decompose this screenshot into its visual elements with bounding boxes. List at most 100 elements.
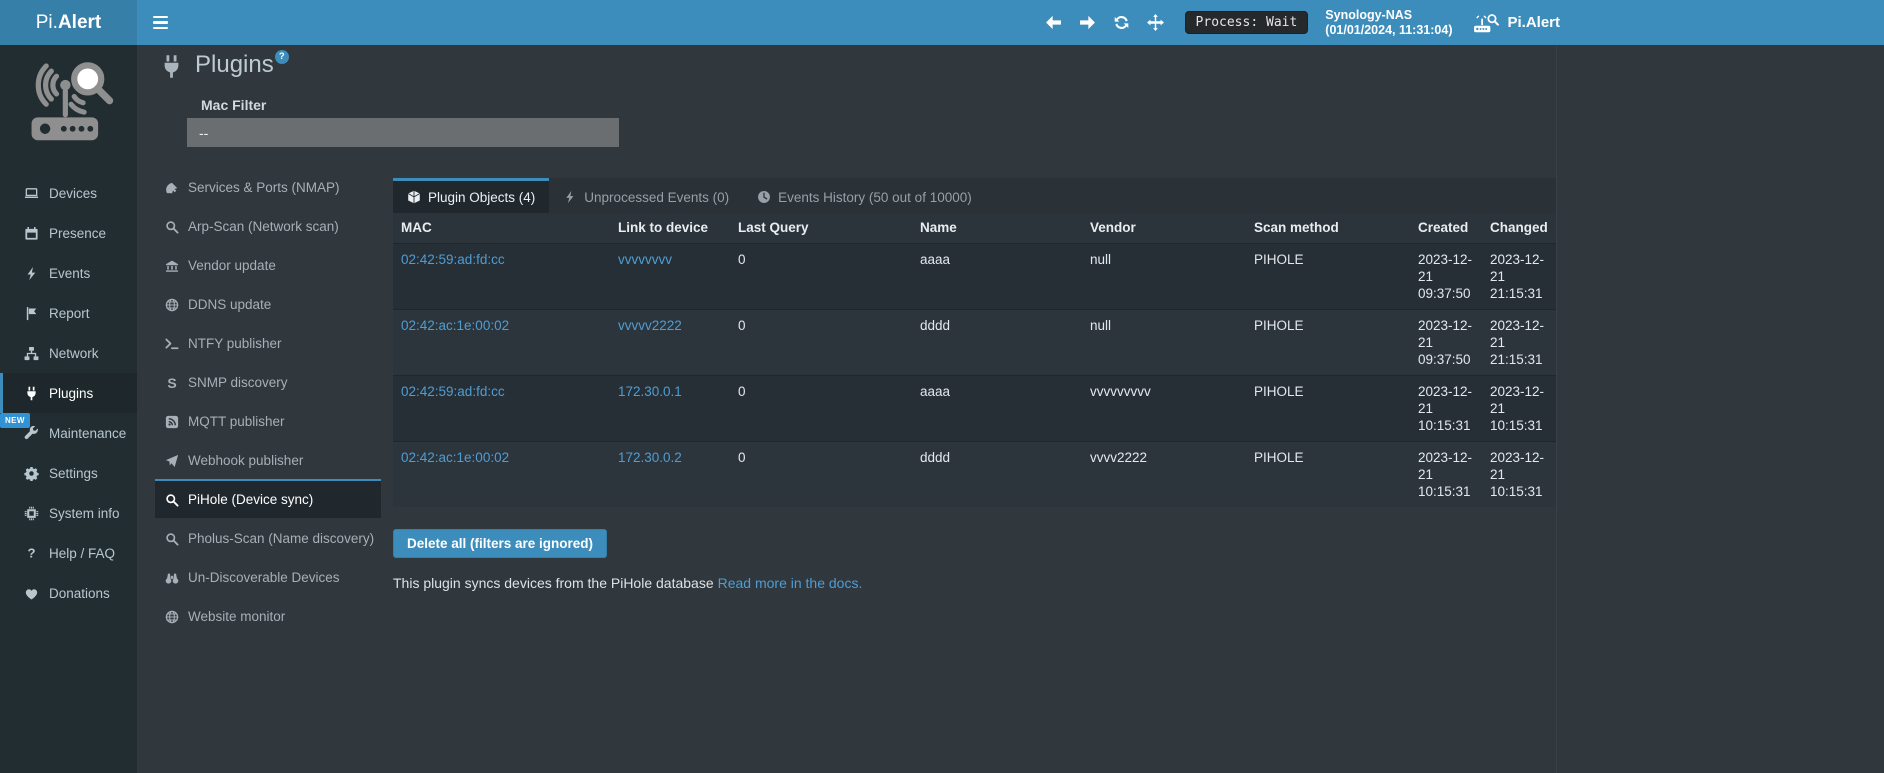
clock-icon [757,190,771,204]
content-area: Plugins? Mac Filter Services & Ports (NM… [137,45,1884,773]
plugin-nav-item-website-monitor[interactable]: Website monitor [155,596,381,635]
created-value: 2023-12-21 09:37:50 [1410,309,1482,375]
laptop-icon [24,186,39,201]
device-link[interactable]: vvvvvvvv [618,252,672,267]
hamburger-icon [153,16,168,19]
col-header-scan-method: Scan method [1246,213,1410,243]
mac-link[interactable]: 02:42:59:ad:fd:cc [401,252,505,267]
sidebar-item-report[interactable]: Report [0,293,137,333]
sidebar-item-settings[interactable]: Settings [0,453,137,493]
mac-link[interactable]: 02:42:ac:1e:00:02 [401,318,509,333]
name-value: aaaa [912,243,1082,309]
name-value: aaaa [912,375,1082,441]
col-header-name: Name [912,213,1082,243]
sidebar-item-help-faq[interactable]: Help / FAQ [0,533,137,573]
binoculars-icon [165,571,179,585]
nav-forward-icon[interactable] [1079,14,1096,31]
plugin-nav-item-webhook-publisher[interactable]: Webhook publisher [155,440,381,479]
tab-plugin-objects[interactable]: Plugin Objects (4) [393,178,549,213]
sidebar-item-devices[interactable]: Devices [0,173,137,213]
sidebar-item-label: Devices [49,186,97,201]
plugin-nav-item-pihole-device-sync[interactable]: PiHole (Device sync) [155,479,381,518]
brand-suffix: Alert [58,12,101,34]
plugin-nav-item-pholus-scan[interactable]: Pholus-Scan (Name discovery) [155,518,381,557]
sidebar-item-label: Events [49,266,90,281]
sidebar-item-system-info[interactable]: System info [0,493,137,533]
sidebar-item-network[interactable]: Network [0,333,137,373]
plugin-description: This plugin syncs devices from the PiHol… [393,575,1556,591]
mac-filter-input[interactable] [187,118,619,147]
refresh-icon[interactable] [1113,14,1130,31]
plugin-nav-item-ddns-update[interactable]: DDNS update [155,284,381,323]
plugin-nav-item-mqtt-publisher[interactable]: MQTT publisher [155,401,381,440]
host-time: (01/01/2024, 11:31:04) [1325,23,1452,38]
help-badge-icon[interactable]: ? [275,50,289,64]
name-value: dddd [912,309,1082,375]
sidebar-item-events[interactable]: Events [0,253,137,293]
plugin-nav-item-vendor-update[interactable]: Vendor update [155,245,381,284]
delete-all-button[interactable]: Delete all (filters are ignored) [393,529,607,558]
sidebar-toggle-button[interactable] [137,0,183,45]
plugin-nav-label: SNMP discovery [188,375,288,390]
globe-icon [165,610,179,624]
plugin-nav-item-arp-scan[interactable]: Arp-Scan (Network scan) [155,206,381,245]
gear-icon [24,466,39,481]
sidebar-item-donations[interactable]: Donations [0,573,137,613]
sidebar-logo [0,45,137,165]
sidebar-item-label: Help / FAQ [49,546,115,561]
plugin-nav-label: Webhook publisher [188,453,303,468]
tab-events-history[interactable]: Events History (50 out of 10000) [743,178,986,213]
paper-plane-icon [165,454,179,468]
content-right-edge [1556,45,1557,773]
table-row: 02:42:59:ad:fd:cc 172.30.0.1 0 aaaa vvvv… [393,375,1556,441]
plug-icon [24,386,39,401]
sidebar-item-plugins[interactable]: Plugins [0,373,137,413]
chip-icon [24,506,39,521]
changed-value: 2023-12-21 10:15:31 [1482,441,1556,507]
scan-method-value: PIHOLE [1246,309,1410,375]
terminal-icon [165,337,179,351]
search-icon [165,532,179,546]
move-icon[interactable] [1147,14,1164,31]
new-badge: NEW [0,413,30,428]
rss-square-icon [165,415,179,429]
name-value: dddd [912,441,1082,507]
search-icon [165,220,179,234]
scan-method-value: PIHOLE [1246,441,1410,507]
table-row: 02:42:59:ad:fd:cc vvvvvvvv 0 aaaa null P… [393,243,1556,309]
sidebar-item-label: Report [49,306,90,321]
sidebar-item-label: System info [49,506,120,521]
satellite-dish-icon [165,181,179,195]
changed-value: 2023-12-21 10:15:31 [1482,375,1556,441]
scan-method-value: PIHOLE [1246,375,1410,441]
device-link[interactable]: 172.30.0.1 [618,384,682,399]
plugin-nav-label: DDNS update [188,297,271,312]
plugin-nav-item-services-ports[interactable]: Services & Ports (NMAP) [155,167,381,206]
device-link[interactable]: vvvvv2222 [618,318,682,333]
last-query-value: 0 [730,375,912,441]
sidebar-item-presence[interactable]: Presence [0,213,137,253]
tab-unprocessed-events[interactable]: Unprocessed Events (0) [549,178,743,213]
col-header-created: Created [1410,213,1482,243]
read-docs-link[interactable]: Read more in the docs. [718,575,863,591]
question-icon [24,546,39,561]
mac-link[interactable]: 02:42:ac:1e:00:02 [401,450,509,465]
nav-back-icon[interactable] [1045,14,1062,31]
plugin-nav-item-un-discoverable-devices[interactable]: Un-Discoverable Devices [155,557,381,596]
host-info: Synology-NAS (01/01/2024, 11:31:04) [1325,8,1452,38]
sidebar-menu: Devices Presence Events Report Network P… [0,173,137,613]
host-name: Synology-NAS [1325,8,1452,23]
plugin-nav-item-ntfy-publisher[interactable]: NTFY publisher [155,323,381,362]
page-header: Plugins? [159,50,289,80]
mac-link[interactable]: 02:42:59:ad:fd:cc [401,384,505,399]
plugin-nav-item-snmp-discovery[interactable]: S SNMP discovery [155,362,381,401]
changed-value: 2023-12-21 21:15:31 [1482,243,1556,309]
sidebar-item-label: Maintenance [49,426,126,441]
brand-logo[interactable]: Pi.Alert [0,0,137,45]
plugin-nav-label: MQTT publisher [188,414,285,429]
plugin-objects-table: MAC Link to device Last Query Name Vendo… [393,213,1556,507]
sidebar-item-label: Settings [49,466,98,481]
device-link[interactable]: 172.30.0.2 [618,450,682,465]
letter-s-icon: S [165,375,179,391]
last-query-value: 0 [730,441,912,507]
